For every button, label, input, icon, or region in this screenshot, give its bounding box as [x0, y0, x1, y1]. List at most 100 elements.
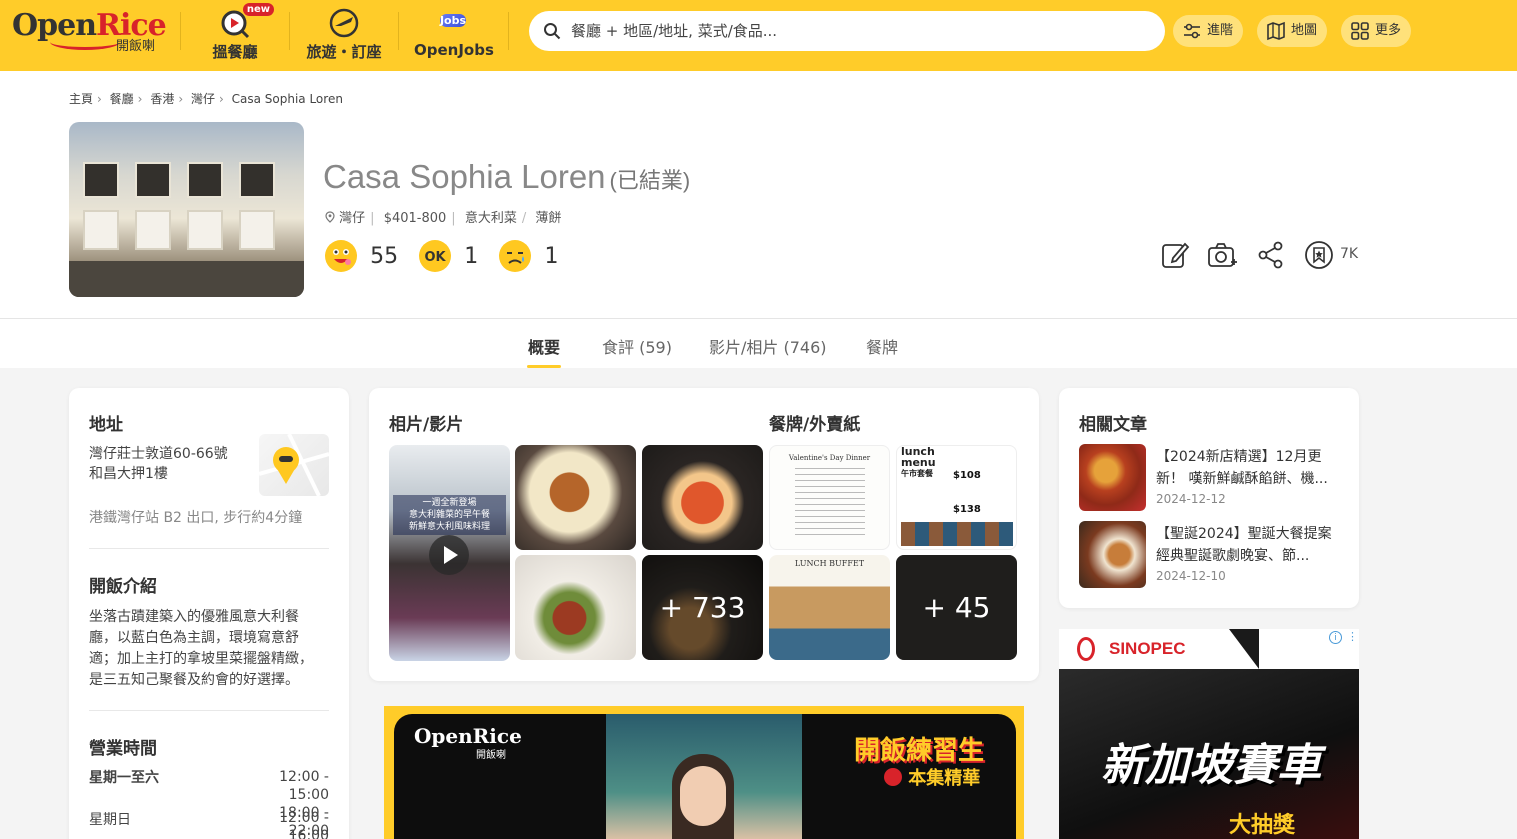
video-banner-ad[interactable]: OpenRice 開飯喇 開飯練習生 本集精華	[384, 706, 1024, 839]
photos-title[interactable]: 相片/影片	[389, 410, 463, 435]
cuisine-link[interactable]: 意大利菜	[465, 211, 517, 226]
ad-menu-icon[interactable]: ⋮	[1347, 631, 1358, 643]
tab-overview[interactable]: 概要	[528, 334, 560, 358]
article-title-link[interactable]: 【聖誕2024】聖誕大餐提案 經典聖誕歌劇晚宴、節...	[1156, 523, 1341, 567]
more-button[interactable]: 更多	[1341, 15, 1412, 47]
article-date: 2024-12-12	[1156, 492, 1226, 506]
advanced-search-label: 進階	[1207, 23, 1234, 38]
photo-more-thumbnail[interactable]: + 733	[642, 555, 763, 660]
search-input[interactable]	[571, 19, 1131, 43]
tabs-divider	[0, 318, 1517, 319]
photo-thumbnail[interactable]	[515, 555, 636, 660]
nav-separator	[180, 12, 181, 50]
nav-travel-booking-label: 旅遊・訂座	[306, 43, 382, 61]
new-badge: new	[242, 3, 274, 16]
video-caption-1: 一週全新登場	[422, 498, 477, 508]
article-image[interactable]	[1079, 444, 1146, 511]
ad-info-icon[interactable]: i	[1329, 631, 1342, 644]
menu-title[interactable]: 餐牌/外賣紙	[769, 410, 860, 435]
more-label: 更多	[1375, 23, 1402, 38]
articles-title: 相關文章	[1079, 415, 1147, 435]
photo-thumbnail[interactable]	[642, 445, 763, 550]
menu-thumbnail[interactable]: Valentine's Day Dinner	[769, 445, 890, 550]
ad-subline: 大抽獎	[1229, 813, 1296, 838]
bookmark-icon[interactable]	[1304, 240, 1334, 270]
rating-summary: 55 OK 1 1	[325, 240, 574, 272]
play-icon[interactable]	[429, 535, 469, 575]
address-title: 地址	[89, 415, 123, 435]
intro-text: 坐落古蹟建築入的優雅風意大利餐 廳，以藍白色為主調，環境寫意舒 適；加上主打的拿…	[89, 609, 313, 688]
cry-face-icon	[499, 240, 532, 272]
banner-video-frame	[606, 714, 802, 839]
price-range[interactable]: $401-800	[384, 211, 447, 226]
breadcrumb: 主頁 › 餐廳 › 香港 › 灣仔 › Casa Sophia Loren	[69, 92, 343, 106]
article-image[interactable]	[1079, 521, 1146, 588]
breadcrumb-current: Casa Sophia Loren	[231, 92, 343, 106]
breadcrumb-restaurants[interactable]: 餐廳	[110, 92, 134, 106]
jobs-icon: Jobs	[439, 14, 467, 27]
photos-more-count: + 733	[642, 555, 763, 660]
dish-link[interactable]: 薄餅	[535, 211, 561, 226]
tab-menu[interactable]: 餐牌	[866, 334, 898, 358]
write-review-icon[interactable]	[1160, 240, 1190, 270]
menu-thumbnail[interactable]: LUNCH BUFFET	[769, 555, 890, 660]
menu-more-thumbnail[interactable]: + 45	[896, 555, 1017, 660]
location-pin-icon	[325, 211, 335, 223]
rating-smile[interactable]: 55	[325, 240, 398, 272]
ad-headline: 新加坡賽車	[1101, 740, 1321, 791]
district-link[interactable]: 灣仔	[339, 211, 365, 226]
video-thumbnail[interactable]: 一週全新登場 意大利雜菜的早午餐 新鮮意大利風味料理	[389, 445, 510, 661]
articles-card: 相關文章 【2024新店精選】12月更新！ 嘆新鮮鹹酥餡餅、機... 2024-…	[1059, 388, 1359, 608]
restaurant-title: Casa Sophia Loren (已結業)	[323, 158, 690, 196]
nav-openjobs[interactable]: Jobs OpenJobs	[414, 6, 494, 62]
intro-title: 開飯介紹	[89, 577, 157, 597]
restaurant-name: Casa Sophia Loren	[323, 158, 606, 195]
video-caption-3: 新鮮意大利風味料理	[408, 522, 490, 532]
breadcrumb-wan-chai[interactable]: 灣仔	[191, 92, 215, 106]
menu-more-count: + 45	[896, 555, 1017, 660]
tab-reviews[interactable]: 食評 (59)	[602, 334, 672, 358]
nav-travel-booking[interactable]: 旅遊・訂座	[303, 6, 385, 62]
media-card: 相片/影片 餐牌/外賣紙 一週全新登場 意大利雜菜的早午餐 新鮮意大利風味料理 …	[369, 388, 1039, 681]
plane-icon	[327, 6, 361, 40]
hours-title: 營業時間	[89, 739, 157, 759]
menu-2-title-b: menu	[901, 456, 936, 469]
sinopec-side-ad[interactable]: SINOPEC i ⋮ 新加坡賽車 大抽獎	[1059, 629, 1359, 839]
menu-1-title: Valentine's Day Dinner	[788, 454, 871, 462]
nav-find-restaurant[interactable]: new 搵餐廳	[205, 3, 274, 62]
menu-2-price-2: $138	[953, 504, 981, 515]
advanced-search-button[interactable]: 進階	[1173, 15, 1244, 47]
share-icon[interactable]	[1256, 240, 1286, 270]
rating-cry[interactable]: 1	[499, 240, 558, 272]
banner-title: 開飯練習生	[854, 736, 985, 766]
nav-openjobs-label: OpenJobs	[414, 41, 494, 59]
map-pin-icon	[258, 433, 330, 497]
search-icon	[544, 23, 561, 40]
find-restaurant-icon: new	[218, 3, 274, 40]
address-text[interactable]: 灣仔莊士敦道60-66號 和昌大押1樓	[89, 444, 249, 484]
restaurant-meta: 灣仔 | $401-800 | 意大利菜 / 薄餅	[325, 207, 561, 226]
map-button[interactable]: 地圖	[1257, 15, 1328, 47]
menu-thumbnail[interactable]: lunch menu 午市套餐 $108 $138	[896, 445, 1017, 550]
sliders-icon	[1184, 23, 1200, 39]
address-map-thumbnail[interactable]	[258, 433, 330, 497]
restaurant-cover-photo[interactable]	[69, 122, 304, 297]
openrice-logo[interactable]: OpenRice 開飯喇	[12, 8, 167, 54]
closed-status: (已結業)	[609, 168, 691, 193]
photo-thumbnail[interactable]	[515, 445, 636, 550]
upload-photo-icon[interactable]	[1207, 240, 1237, 270]
sinopec-logo-icon	[1077, 637, 1095, 661]
search-bar[interactable]	[529, 11, 1165, 51]
breadcrumb-hong-kong[interactable]: 香港	[150, 92, 174, 106]
breadcrumb-home[interactable]: 主頁	[69, 92, 93, 106]
map-icon	[1267, 21, 1285, 41]
logo-subtitle: 開飯喇	[116, 39, 156, 54]
menu-3-title: LUNCH BUFFET	[794, 559, 865, 568]
transport-info: 港鐵灣仔站 B2 出口, 步行約4分鐘	[89, 510, 303, 526]
rating-ok[interactable]: OK 1	[419, 240, 478, 272]
map-label: 地圖	[1291, 23, 1318, 38]
article-title-link[interactable]: 【2024新店精選】12月更新！ 嘆新鮮鹹酥餡餅、機...	[1156, 446, 1341, 490]
info-card: 地址 灣仔莊士敦道60-66號 和昌大押1樓 港鐵灣仔站 B2 出口, 步行約4…	[69, 388, 349, 839]
cry-count: 1	[544, 243, 559, 269]
tab-photos[interactable]: 影片/相片 (746)	[709, 334, 827, 358]
